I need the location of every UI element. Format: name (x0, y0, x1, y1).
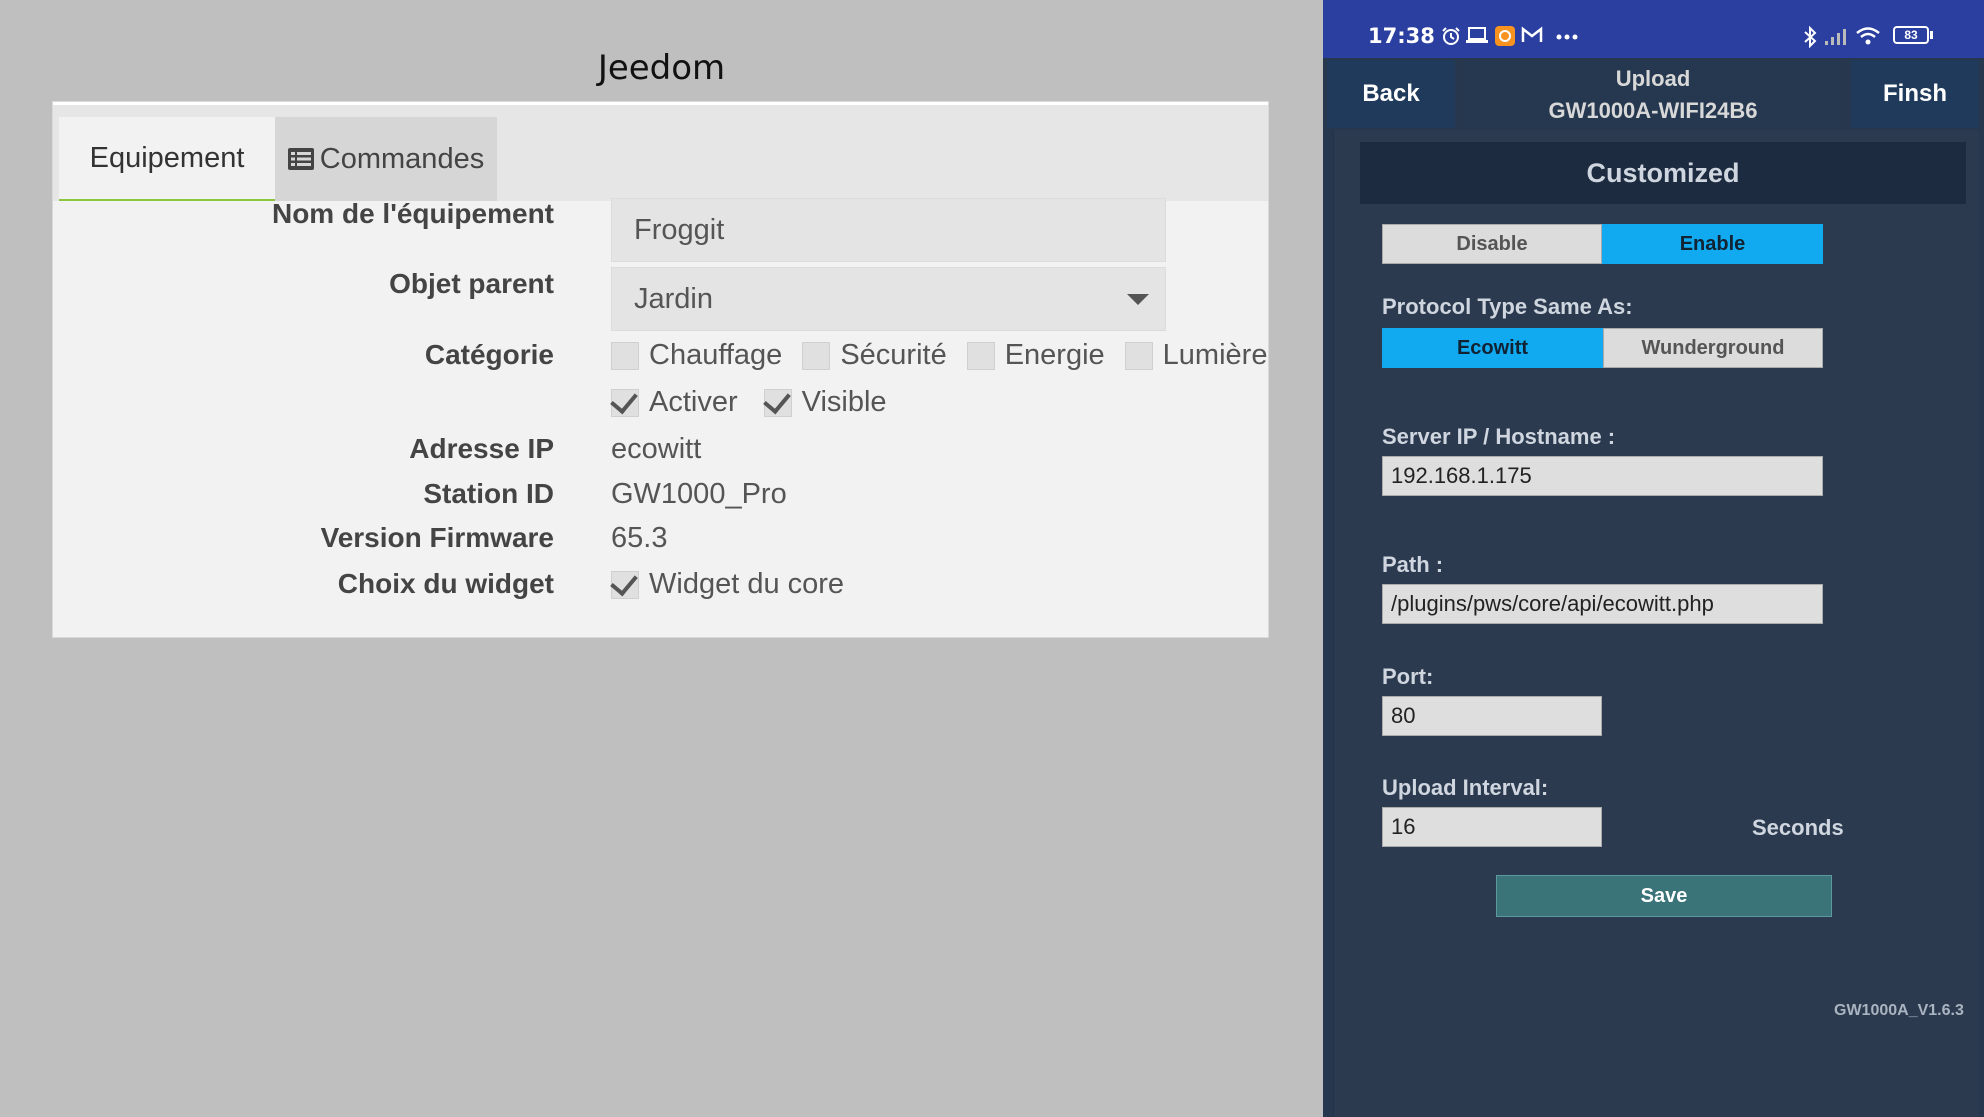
category-label: Sécurité (840, 339, 947, 371)
visible-option[interactable]: Visible (763, 386, 887, 419)
list-icon (287, 148, 314, 170)
server-input[interactable]: 192.168.1.175 (1382, 456, 1823, 496)
seconds-label: Seconds (1752, 815, 1844, 840)
finish-button[interactable]: Finsh (1851, 60, 1979, 128)
server-value: 192.168.1.175 (1391, 463, 1532, 488)
checkbox[interactable] (966, 341, 995, 370)
checkbox[interactable] (611, 341, 639, 370)
wunderground-button[interactable]: Wunderground (1603, 328, 1823, 368)
activer-checkbox[interactable] (611, 388, 639, 417)
interval-label: Upload Interval: (1382, 775, 1549, 800)
alarm-icon (1442, 27, 1460, 45)
status-time: 17:38 (1368, 24, 1435, 48)
jeedom-screen: Jeedom Equipement Commandes Nom de l'équ… (0, 0, 1323, 1117)
widget-value: Widget du core (649, 568, 845, 600)
battery-tip (1930, 31, 1933, 39)
activer-option[interactable]: Activer (611, 386, 738, 419)
app-notification-icon (1495, 26, 1515, 46)
app-bar: Back Upload GW1000A-WIFI24B6 Finsh (1323, 58, 1984, 130)
disable-button[interactable]: Disable (1382, 224, 1602, 264)
version-label: GW1000A_V1.6.3 (1834, 1002, 1964, 1019)
app-title: Upload GW1000A-WIFI24B6 (1463, 60, 1843, 128)
categorie-checkboxes: Chauffage Sécurité Energie Lumière (611, 339, 1287, 372)
widget-checkbox[interactable] (611, 570, 639, 599)
firmware-label: Version Firmware (320, 522, 554, 553)
visible-label: Visible (801, 386, 887, 418)
upload-settings: Customized Disable Enable Protocol Type … (1333, 130, 1979, 1117)
protocol-label: Protocol Type Same As: (1382, 294, 1633, 319)
path-label: Path : (1382, 552, 1444, 577)
port-label: Port: (1382, 664, 1434, 689)
section-header: Customized (1360, 142, 1966, 204)
widget-label: Choix du widget (337, 568, 554, 599)
widget-option[interactable]: Widget du core (611, 568, 844, 601)
checkbox[interactable] (1124, 341, 1153, 370)
page-title: Jeedom (597, 48, 726, 88)
laptop-icon (1466, 27, 1488, 43)
interval-value: 16 (1391, 814, 1416, 839)
category-lumiere[interactable]: Lumière (1124, 339, 1268, 372)
objet-parent-value: Jardin (634, 282, 713, 315)
tab-equipement[interactable]: Equipement (59, 117, 275, 201)
enable-button[interactable]: Enable (1602, 224, 1823, 264)
tab-commandes[interactable]: Commandes (275, 117, 497, 201)
station-id-label: Station ID (423, 478, 554, 509)
equipment-panel: Equipement Commandes Nom de l'équipement… (52, 101, 1269, 638)
phone-screen: 17:38 83 Back Upload GW1000A-WIFI24B6 Fi… (1323, 0, 1984, 1117)
category-label: Lumière (1162, 339, 1268, 371)
battery-icon: 83 (1893, 26, 1929, 44)
ip-value: ecowitt (611, 433, 702, 465)
category-securite[interactable]: Sécurité (802, 339, 947, 372)
nom-label: Nom de l'équipement (271, 198, 554, 229)
app-title-line1: Upload (1615, 66, 1691, 91)
checkbox[interactable] (802, 341, 831, 370)
wifi-icon (1856, 27, 1880, 45)
category-label: Chauffage (649, 339, 783, 371)
category-energie[interactable]: Energie (966, 339, 1105, 372)
port-value: 80 (1391, 703, 1416, 728)
category-label: Energie (1004, 339, 1105, 371)
save-button[interactable]: Save (1496, 875, 1832, 917)
objet-parent-label: Objet parent (389, 268, 554, 299)
app-title-line2: GW1000A-WIFI24B6 (1548, 98, 1758, 123)
activer-label: Activer (649, 386, 738, 418)
tab-equipement-label: Equipement (89, 141, 245, 174)
nom-input[interactable]: Froggit (611, 198, 1166, 262)
status-bar: 17:38 83 (1323, 0, 1984, 58)
tab-commandes-label: Commandes (319, 142, 485, 175)
firmware-value: 65.3 (611, 522, 668, 554)
visible-checkbox[interactable] (763, 388, 792, 417)
categorie-label: Catégorie (424, 339, 554, 370)
server-label: Server IP / Hostname : (1382, 424, 1616, 449)
ecowitt-button[interactable]: Ecowitt (1382, 328, 1603, 368)
category-chauffage[interactable]: Chauffage (611, 339, 782, 372)
objet-parent-select[interactable]: Jardin (611, 267, 1166, 331)
nom-value: Froggit (634, 213, 725, 246)
path-input[interactable]: /plugins/pws/core/api/ecowitt.php (1382, 584, 1823, 624)
signal-icon (1825, 29, 1846, 45)
ip-label: Adresse IP (409, 433, 554, 464)
interval-input[interactable]: 16 (1382, 807, 1602, 847)
state-checkboxes: Activer Visible (611, 386, 907, 419)
caret-down-icon (1127, 294, 1149, 305)
mail-icon (1521, 26, 1543, 42)
more-icon (1556, 34, 1578, 40)
back-button[interactable]: Back (1327, 60, 1455, 128)
tab-bar: Equipement Commandes (53, 102, 1268, 201)
port-input[interactable]: 80 (1382, 696, 1602, 736)
path-value: /plugins/pws/core/api/ecowitt.php (1391, 591, 1714, 616)
battery-level: 83 (1904, 28, 1918, 42)
station-id-value: GW1000_Pro (611, 478, 787, 510)
bluetooth-icon (1804, 26, 1817, 48)
